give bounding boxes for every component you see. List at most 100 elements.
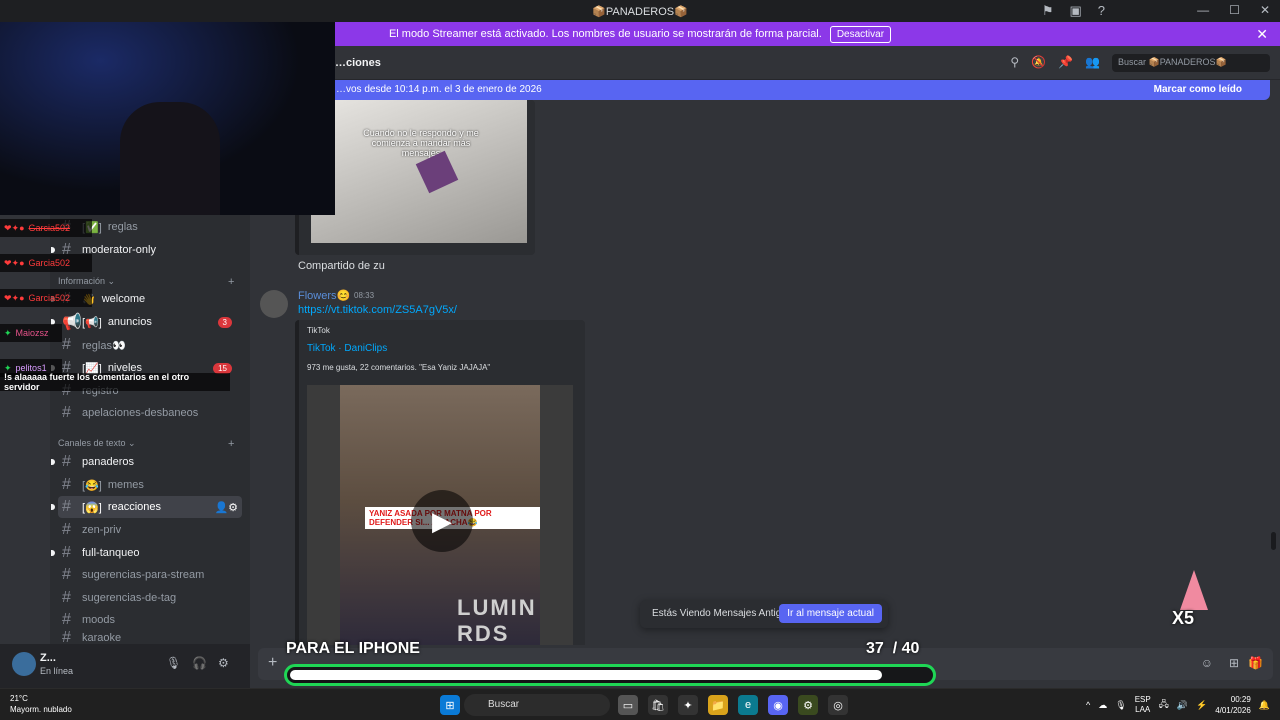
- sidebar-item-reacciones[interactable]: # [😱] reacciones 👤⚙: [51, 496, 242, 518]
- mic-icon[interactable]: 🎙: [1115, 700, 1126, 711]
- sidebar-item-moods[interactable]: # moods: [58, 609, 242, 631]
- search-input[interactable]: Buscar 📦PANADEROS📦: [1112, 54, 1270, 72]
- apps-icon[interactable]: ⊞: [1229, 656, 1239, 670]
- message-author[interactable]: Flowers😊: [298, 289, 350, 302]
- pin-icon[interactable]: 📌: [1058, 55, 1073, 69]
- scrollbar-thumb[interactable]: [1271, 532, 1276, 550]
- new-messages-text: …vos desde 10:14 p.m. el 3 de enero de 2…: [336, 84, 542, 95]
- microphone-icon[interactable]: 🎙: [166, 656, 181, 670]
- sidebar-item-memes[interactable]: # [😂] memes: [58, 474, 242, 496]
- network-icon[interactable]: 🖧: [1159, 697, 1169, 713]
- explorer-icon[interactable]: 📁: [708, 695, 728, 715]
- gift-icon[interactable]: 🎁: [1248, 656, 1263, 670]
- window-title: 📦PANADEROS📦: [592, 5, 688, 18]
- battery-icon[interactable]: ⚡: [1196, 700, 1207, 711]
- start-icon[interactable]: ⊞: [440, 695, 460, 715]
- copilot-icon[interactable]: ✦: [678, 695, 698, 715]
- discord-icon[interactable]: ◉: [768, 695, 788, 715]
- help-icon[interactable]: ?: [1098, 3, 1105, 19]
- avatar[interactable]: [260, 290, 288, 318]
- maximize-button[interactable]: ☐: [1229, 3, 1240, 17]
- deactivate-button[interactable]: Desactivar: [829, 25, 892, 43]
- sidebar-item-panaderos[interactable]: # panaderos: [51, 451, 242, 473]
- category-informacion[interactable]: Información ⌄ +: [58, 276, 234, 288]
- sidebar-item-anuncios[interactable]: 📢 [📢] anuncios 3: [51, 311, 242, 333]
- tiktok-link[interactable]: https://vt.tiktok.com/ZS5A7gV5x/: [298, 304, 457, 316]
- goal-label: PARA EL IPHONE: [286, 640, 420, 657]
- sidebar-item-karaoke[interactable]: # karaoke: [58, 631, 242, 644]
- channel-name: karaoke: [82, 631, 122, 644]
- channel-name: zen-priv: [82, 524, 122, 536]
- play-icon[interactable]: ▶: [411, 490, 473, 552]
- video-caption: Cuando no le respondo y me comienza a ma…: [363, 128, 479, 158]
- sidebar-item-apelaciones[interactable]: # apelaciones-desbaneos: [58, 402, 242, 424]
- language[interactable]: ESP LAA: [1135, 695, 1151, 715]
- inbox-icon[interactable]: ⚑: [1042, 3, 1054, 19]
- edge-icon[interactable]: e: [738, 695, 758, 715]
- settings-icon[interactable]: 👤⚙: [214, 501, 238, 514]
- hash-icon: #: [62, 336, 71, 353]
- notification-icon[interactable]: 🔔: [1259, 700, 1270, 711]
- add-channel-icon[interactable]: +: [228, 438, 234, 450]
- volume-icon[interactable]: 🔊: [1177, 700, 1188, 711]
- message-list: Cuando no le respondo y me comienza a ma…: [250, 100, 1280, 645]
- weather-widget[interactable]: 21°C Mayorm. nublado: [10, 693, 72, 715]
- emoji-icon[interactable]: ☺: [1201, 656, 1213, 670]
- embed-title[interactable]: TikTok · DaniClips: [307, 343, 387, 354]
- video-thumbnail[interactable]: Cuando no le respondo y me comienza a ma…: [311, 100, 527, 243]
- hash-icon: #: [62, 631, 71, 644]
- store-icon[interactable]: 🛍: [648, 695, 668, 715]
- old-messages-text: Estás Viendo Mensajes Antiguos: [652, 608, 798, 619]
- channel-header: …ciones ⚲ 🔕 📌 👥 Buscar 📦PANADEROS📦: [250, 46, 1280, 80]
- close-window-button[interactable]: ✕: [1260, 3, 1270, 17]
- channel-prefix: [📢]: [82, 316, 102, 329]
- avatar[interactable]: [12, 652, 36, 676]
- chevron-up-icon[interactable]: ^: [1086, 700, 1090, 710]
- mention-badge: 3: [217, 316, 232, 328]
- hash-icon: #: [62, 498, 71, 515]
- close-banner-icon[interactable]: ✕: [1256, 26, 1268, 43]
- chat-user: Garcia502: [28, 293, 71, 303]
- channel-name: apelaciones-desbaneos: [82, 407, 199, 419]
- chat-user: Maiozsz: [15, 328, 49, 338]
- windows-taskbar: 21°C Mayorm. nublado ⊞ Buscar ▭ 🛍 ✦ 📁 e …: [0, 688, 1280, 720]
- threads-icon[interactable]: ⚲: [1010, 55, 1019, 69]
- hash-icon: #: [62, 476, 71, 493]
- add-attachment-icon[interactable]: +: [268, 654, 277, 672]
- task-view-icon[interactable]: ▭: [618, 695, 638, 715]
- sidebar-item-sugerencias-stream[interactable]: # sugerencias-para-stream: [58, 564, 242, 586]
- minimize-button[interactable]: —: [1197, 3, 1209, 17]
- embed-provider: TikTok: [307, 326, 330, 335]
- add-channel-icon[interactable]: +: [228, 276, 234, 288]
- sidebar-item-sugerencias-tag[interactable]: # sugerencias-de-tag: [58, 587, 242, 609]
- window-icon[interactable]: ▣: [1069, 3, 1081, 19]
- clock[interactable]: 00:29 4/01/2026: [1215, 694, 1251, 716]
- cloud-icon[interactable]: ☁: [1098, 700, 1107, 711]
- message-time: 08:33: [354, 291, 375, 300]
- app-icon[interactable]: ⚙: [798, 695, 818, 715]
- star-icon: [1180, 570, 1208, 610]
- sidebar-item-full-tanqueo[interactable]: # full-tanqueo: [51, 542, 242, 564]
- hash-icon: #: [62, 566, 71, 583]
- mark-read-button[interactable]: Marcar como leído: [1154, 84, 1242, 95]
- window-titlebar: 📦PANADEROS📦 ⚑ ▣ ? — ☐ ✕: [0, 0, 1280, 22]
- mute-bell-icon[interactable]: 🔕: [1031, 55, 1046, 69]
- headphones-icon[interactable]: 🎧: [192, 656, 207, 670]
- goal-total: / 40: [892, 640, 920, 657]
- category-canales-texto[interactable]: Canales de texto ⌄ +: [58, 438, 234, 450]
- video-thumbnail[interactable]: YANIZ ASADA POR MATNA POR DEFENDER SI...…: [307, 385, 573, 645]
- taskbar-search[interactable]: Buscar: [464, 694, 610, 716]
- channel-name: memes: [107, 479, 144, 491]
- channel-name: reglas👀: [82, 339, 126, 352]
- hash-icon: #: [62, 404, 71, 421]
- members-icon[interactable]: 👥: [1085, 55, 1100, 69]
- old-messages-pill: Estás Viendo Mensajes Antiguos Ir al men…: [640, 600, 888, 628]
- sidebar-item-reglas2[interactable]: # reglas👀: [58, 334, 242, 356]
- overlay-chat-line: ❤✦● Garcia502: [0, 289, 92, 307]
- jump-to-present-button[interactable]: Ir al mensaje actual: [779, 604, 882, 623]
- obs-icon[interactable]: ◎: [828, 695, 848, 715]
- sidebar-item-zen-priv[interactable]: # zen-priv: [58, 519, 242, 541]
- chat-user: Garcia502: [28, 223, 71, 233]
- gear-icon[interactable]: ⚙: [218, 656, 229, 670]
- new-messages-bar[interactable]: …vos desde 10:14 p.m. el 3 de enero de 2…: [320, 80, 1270, 100]
